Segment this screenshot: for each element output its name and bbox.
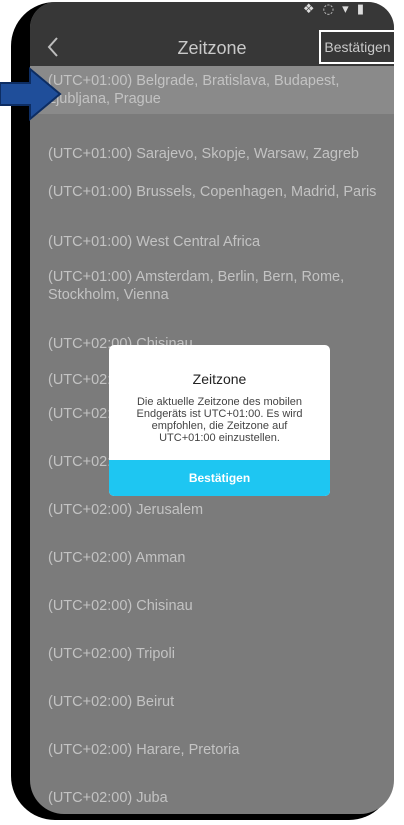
timezone-item[interactable]: (UTC+02:00) Chisinau: [30, 588, 394, 624]
dialog-message: Die aktuelle Zeitzone des mobilen Endger…: [136, 396, 303, 444]
timezone-item[interactable]: (UTC+02:00) Tripoli: [30, 636, 394, 672]
timezone-item[interactable]: (UTC+01:00) Belgrade, Bratislava, Budape…: [30, 66, 394, 114]
timezone-item[interactable]: (UTC+02:00) Amman: [30, 540, 394, 576]
timezone-item[interactable]: (UTC+01:00) Amsterdam, Berlin, Bern, Rom…: [30, 262, 394, 318]
dialog-confirm-button[interactable]: Bestätigen: [109, 460, 330, 496]
confirm-button[interactable]: Bestätigen: [319, 30, 394, 64]
timezone-item[interactable]: (UTC+02:00) Harare, Pretoria: [30, 732, 394, 768]
screen: ❖ ◌ ▾ ▮ Zeitzone Bestätigen (UTC+01:00) …: [30, 2, 394, 814]
timezone-item[interactable]: (UTC+01:00) West Central Africa: [30, 224, 394, 260]
timezone-dialog: Zeitzone Die aktuelle Zeitzone des mobil…: [109, 345, 330, 496]
dialog-title: Zeitzone: [192, 371, 247, 387]
phone-frame: ❖ ◌ ▾ ▮ Zeitzone Bestätigen (UTC+01:00) …: [11, 2, 394, 820]
timezone-item[interactable]: (UTC+02:00) Beirut: [30, 684, 394, 720]
timezone-item[interactable]: (UTC+01:00) Sarajevo, Skopje, Warsaw, Za…: [30, 136, 394, 172]
arrow-pointer-icon: [0, 66, 62, 122]
timezone-item[interactable]: (UTC+01:00) Brussels, Copenhagen, Madrid…: [30, 174, 394, 210]
status-bar-icons: ❖ ◌ ▾ ▮: [302, 2, 366, 17]
timezone-item[interactable]: (UTC+02:00) Juba: [30, 780, 394, 814]
timezone-item[interactable]: (UTC+02:00) Jerusalem: [30, 492, 394, 528]
